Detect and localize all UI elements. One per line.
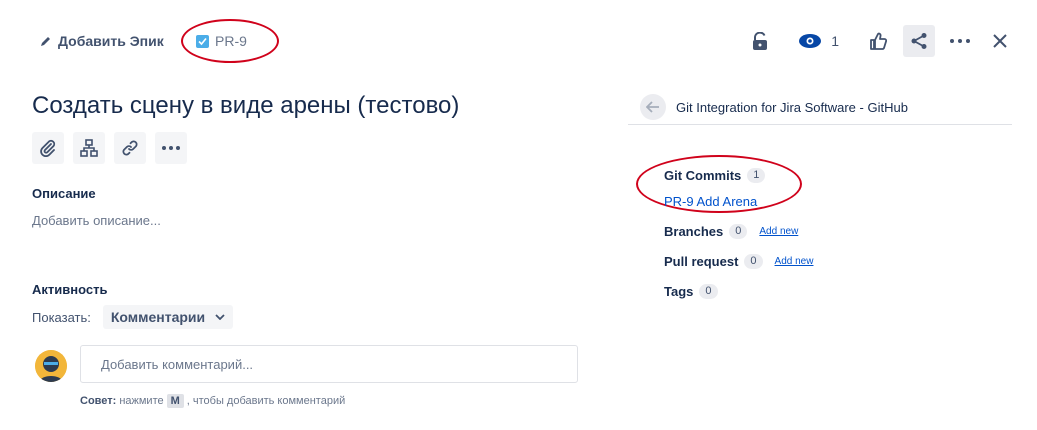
activity-filter-dropdown[interactable]: Комментарии [102, 305, 234, 329]
git-commits-count: 1 [747, 168, 766, 183]
add-epic-label: Добавить Эпик [58, 33, 164, 49]
pull-request-count: 0 [744, 254, 763, 269]
git-commits-label: Git Commits [664, 168, 742, 183]
pull-request-row: Pull request 0 Add new [664, 254, 813, 269]
link-icon [121, 139, 139, 157]
avatar [35, 350, 67, 382]
show-label: Показать: [32, 309, 91, 325]
paperclip-icon [39, 139, 57, 157]
panel-title: Git Integration for Jira Software - GitH… [676, 99, 908, 115]
description-heading: Описание [32, 186, 96, 201]
issue-toolbar [32, 132, 187, 164]
arrow-left-icon [646, 101, 660, 113]
tip-suffix: , чтобы добавить комментарий [186, 395, 346, 407]
hierarchy-icon [80, 139, 98, 157]
create-subtask-button[interactable] [73, 132, 105, 164]
back-button[interactable] [640, 94, 666, 120]
tags-label: Tags [664, 284, 694, 299]
lock-button[interactable] [745, 26, 775, 56]
issue-key: PR-9 [215, 33, 247, 49]
comment-input[interactable]: Добавить комментарий... [80, 345, 578, 383]
more-icon [162, 146, 180, 150]
description-field[interactable]: Добавить описание... [32, 213, 161, 228]
more-actions-button[interactable] [945, 26, 975, 56]
issue-title[interactable]: Создать сцену в виде арены (тестово) [32, 92, 459, 120]
tags-count: 0 [699, 284, 718, 299]
tip-prefix: Совет: [80, 395, 117, 407]
close-button[interactable] [985, 26, 1015, 56]
lock-icon [752, 32, 768, 50]
tip-middle: нажмите [119, 395, 164, 407]
add-epic-button[interactable]: Добавить Эпик [40, 30, 164, 52]
task-type-icon [196, 34, 209, 48]
issue-key-link[interactable]: PR-9 [196, 30, 247, 52]
share-icon [910, 32, 928, 50]
activity-filter: Показать: Комментарии [32, 305, 234, 329]
panel-header: Git Integration for Jira Software - GitH… [640, 94, 908, 120]
share-button[interactable] [903, 25, 935, 57]
watch-count: 1 [831, 33, 839, 49]
pull-request-add-new-link[interactable]: Add new [775, 256, 814, 267]
link-issue-button[interactable] [114, 132, 146, 164]
branches-add-new-link[interactable]: Add new [759, 226, 798, 237]
comment-tip: Совет: нажмите M , чтобы добавить коммен… [80, 394, 345, 408]
activity-heading: Активность [32, 282, 108, 297]
branches-count: 0 [729, 224, 748, 239]
shortcut-key: M [166, 394, 184, 408]
more-icon [950, 39, 970, 43]
commit-link[interactable]: PR-9 Add Arena [664, 194, 757, 209]
close-icon [992, 33, 1008, 49]
tags-row: Tags 0 [664, 284, 718, 299]
branches-row: Branches 0 Add new [664, 224, 798, 239]
watch-button[interactable]: 1 [799, 26, 839, 56]
branches-label: Branches [664, 224, 724, 239]
activity-filter-value: Комментарии [110, 309, 206, 325]
git-commits-row: Git Commits 1 [664, 168, 766, 183]
vote-button[interactable] [863, 26, 893, 56]
divider [628, 124, 1012, 125]
chevron-down-icon [215, 314, 225, 320]
more-tools-button[interactable] [155, 132, 187, 164]
attach-button[interactable] [32, 132, 64, 164]
eye-icon [799, 34, 822, 48]
issue-actions: 1 [735, 25, 1015, 57]
pull-request-label: Pull request [664, 254, 739, 269]
pencil-icon [40, 35, 52, 47]
thumbs-up-icon [869, 32, 887, 50]
